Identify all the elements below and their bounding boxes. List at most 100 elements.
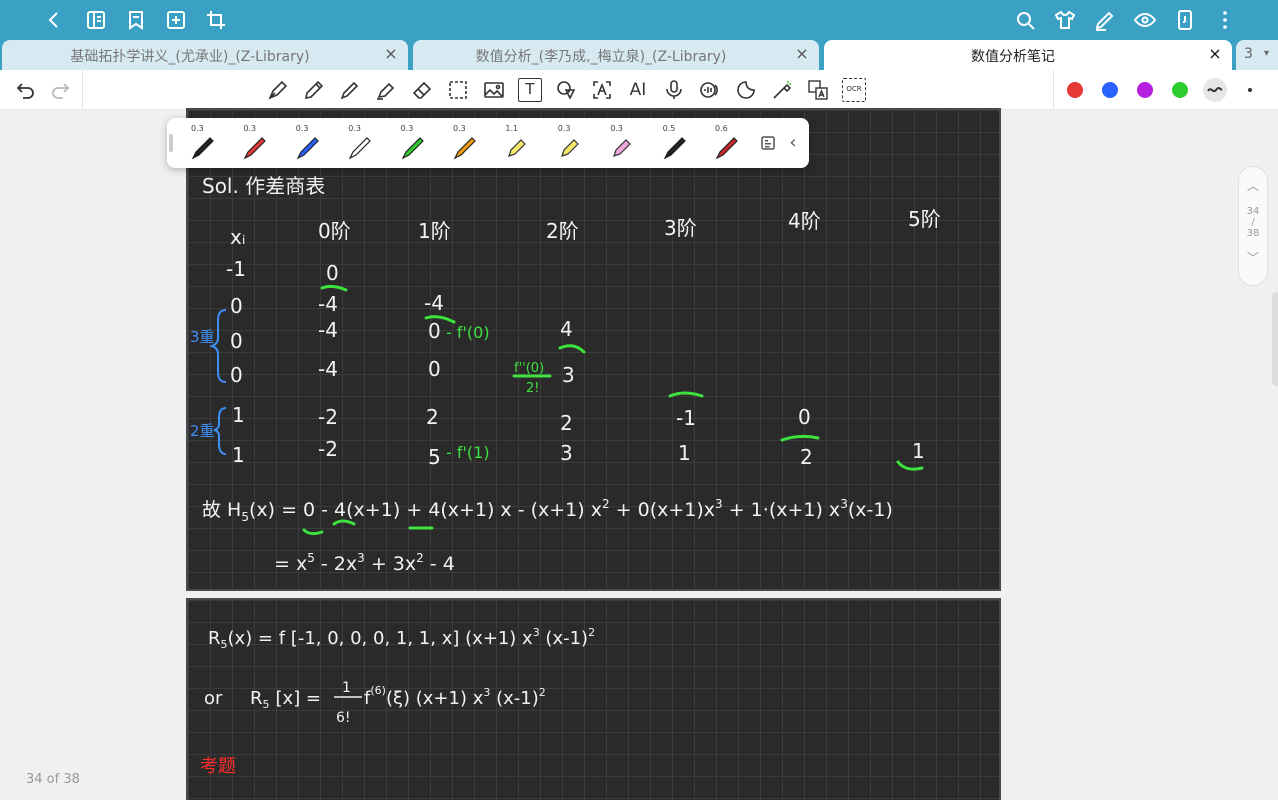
translate-icon[interactable] [806, 78, 830, 102]
outline-icon[interactable] [84, 8, 108, 32]
pen-preset[interactable]: 0.3 [544, 120, 596, 166]
close-icon[interactable]: × [793, 45, 811, 63]
pen-preset[interactable]: 0.3 [282, 120, 334, 166]
lasso-select-icon[interactable] [446, 78, 470, 102]
palette-drag-handle[interactable] [169, 134, 173, 152]
theme-shirt-icon[interactable] [1053, 8, 1077, 32]
pen-preset[interactable]: 0.3 [596, 120, 648, 166]
palette-settings-icon[interactable] [759, 134, 777, 152]
color-green-swatch[interactable] [1172, 82, 1188, 98]
pen-size-label: 0.5 [662, 124, 676, 133]
chevron-up-icon[interactable]: ︿ [1239, 177, 1267, 194]
pen-preset[interactable]: 0.3 [439, 120, 491, 166]
back-icon[interactable] [42, 8, 66, 32]
laser-pointer-icon[interactable] [770, 78, 794, 102]
tab-topology[interactable]: 基础拓扑学讲义_(尤承业)_(Z-Library) × [2, 40, 408, 70]
pen-icon [191, 137, 214, 160]
text-recognition-icon[interactable] [590, 78, 614, 102]
note-page[interactable]: R5(x) = f [-1, 0, 0, 0, 1, 1, x] (x+1) x… [186, 598, 1001, 800]
scrollbar-handle[interactable] [1272, 292, 1278, 386]
header-xi: xᵢ [230, 225, 245, 249]
table-cell: 2 [426, 405, 439, 429]
divider [1053, 70, 1054, 110]
pen-preset-palette: 0.3 0.3 0.3 0.3 0.3 0.3 1.1 0.3 0.3 0.5 0.6 ‹ [167, 118, 809, 168]
tab-overflow[interactable]: 3 ▾ [1236, 40, 1278, 70]
add-page-icon[interactable] [164, 8, 188, 32]
multiplicity-label: 2重 [190, 422, 215, 440]
x-value: 1 [232, 403, 245, 427]
pen-preset[interactable]: 0.3 [177, 120, 229, 166]
table-cell: 0 [326, 261, 339, 285]
image-icon[interactable] [482, 78, 506, 102]
highlighter-icon[interactable] [374, 78, 398, 102]
tab-label: 基础拓扑学讲义_(尤承业)_(Z-Library) [70, 49, 310, 65]
chevron-down-icon[interactable]: ﹀ [1239, 249, 1267, 266]
pen-preset[interactable]: 1.1 [491, 120, 543, 166]
pen-icon [296, 137, 319, 160]
pen-preset[interactable]: 0.3 [334, 120, 386, 166]
undo-icon[interactable] [14, 78, 38, 102]
redo-icon[interactable] [48, 78, 72, 102]
pen-size-label: 0.3 [610, 124, 623, 133]
pen-icon [348, 137, 372, 160]
close-icon[interactable]: × [1206, 45, 1224, 63]
bookmark-icon[interactable] [124, 8, 148, 32]
collapse-palette-icon[interactable]: ‹ [785, 132, 801, 154]
eraser-icon[interactable] [410, 78, 434, 102]
microphone-icon[interactable] [662, 78, 686, 102]
remainder-derivative: f(6)(ξ) (x+1) x3 (x-1)2 [364, 684, 546, 709]
pen-preset[interactable]: 0.3 [387, 120, 439, 166]
app-top-bar [0, 0, 1278, 40]
caret-down-icon: ▾ [1264, 48, 1270, 59]
device-icon[interactable] [1173, 8, 1197, 32]
note-page[interactable]: Sol. 作差商表 xᵢ 0阶 1阶 2阶 3阶 4阶 5阶 -1 0 0 -4… [186, 108, 1001, 591]
highlighter-icon [560, 139, 579, 157]
color-red-swatch[interactable] [1067, 82, 1083, 98]
pen-preset[interactable]: 0.6 [701, 120, 753, 166]
x-value: -1 [226, 257, 246, 281]
highlighter-icon [508, 139, 527, 157]
pen-size-label: 0.3 [453, 124, 466, 133]
close-icon[interactable]: × [382, 45, 400, 63]
stroke-style-icon[interactable] [1203, 78, 1227, 102]
table-cell: 0 [798, 405, 811, 429]
ai-tool-icon[interactable]: AI [626, 78, 650, 102]
text-tool-icon[interactable]: T [518, 78, 542, 102]
derivative-note: - f'(0) [446, 323, 490, 342]
dot-size-icon[interactable] [1238, 78, 1262, 102]
fountain-pen-icon[interactable] [266, 78, 290, 102]
tab-notes[interactable]: 数值分析笔记 × [824, 40, 1232, 70]
pen-preset[interactable]: 0.3 [229, 120, 281, 166]
table-cell: 1 [912, 439, 925, 463]
tab-numerical-analysis[interactable]: 数值分析_(李乃成,_梅立泉)_(Z-Library) × [413, 40, 819, 70]
color-purple-swatch[interactable] [1137, 82, 1153, 98]
sticker-icon[interactable] [734, 78, 758, 102]
x-value: 0 [230, 363, 243, 387]
table-cell: -2 [318, 405, 338, 429]
search-icon[interactable] [1013, 8, 1037, 32]
header-order-2: 2阶 [546, 219, 579, 243]
ocr-icon[interactable]: OCR [842, 78, 866, 102]
or-label: or [204, 688, 223, 709]
header-order-3: 3阶 [664, 216, 697, 240]
pen-preset[interactable]: 0.5 [649, 120, 701, 166]
shape-icon[interactable] [554, 78, 578, 102]
page-counter: 34 of 38 [26, 772, 80, 787]
color-blue-swatch[interactable] [1102, 82, 1118, 98]
second-derivative-note: f''(0) [514, 361, 544, 376]
table-cell: 3 [560, 441, 573, 465]
remainder-formula-alt: R5 [x] = [250, 688, 321, 711]
multiplicity-label: 3重 [190, 328, 215, 346]
more-vertical-icon[interactable] [1213, 8, 1237, 32]
ballpoint-pen-icon[interactable] [338, 78, 362, 102]
table-cell: 2 [800, 445, 813, 469]
hermite-equation: 故 H5(x) = 0 - 4(x+1) + 4(x+1) x - (x+1) … [202, 497, 893, 524]
pencil-icon[interactable] [302, 78, 326, 102]
crop-icon[interactable] [204, 8, 228, 32]
edit-pen-icon[interactable] [1093, 8, 1117, 32]
header-order-5: 5阶 [908, 207, 941, 231]
read-mode-eye-icon[interactable] [1133, 8, 1157, 32]
remainder-formula: R5(x) = f [-1, 0, 0, 0, 1, 1, x] (x+1) x… [208, 626, 595, 651]
exam-note: 考题 [200, 756, 236, 777]
audio-record-icon[interactable] [698, 78, 722, 102]
